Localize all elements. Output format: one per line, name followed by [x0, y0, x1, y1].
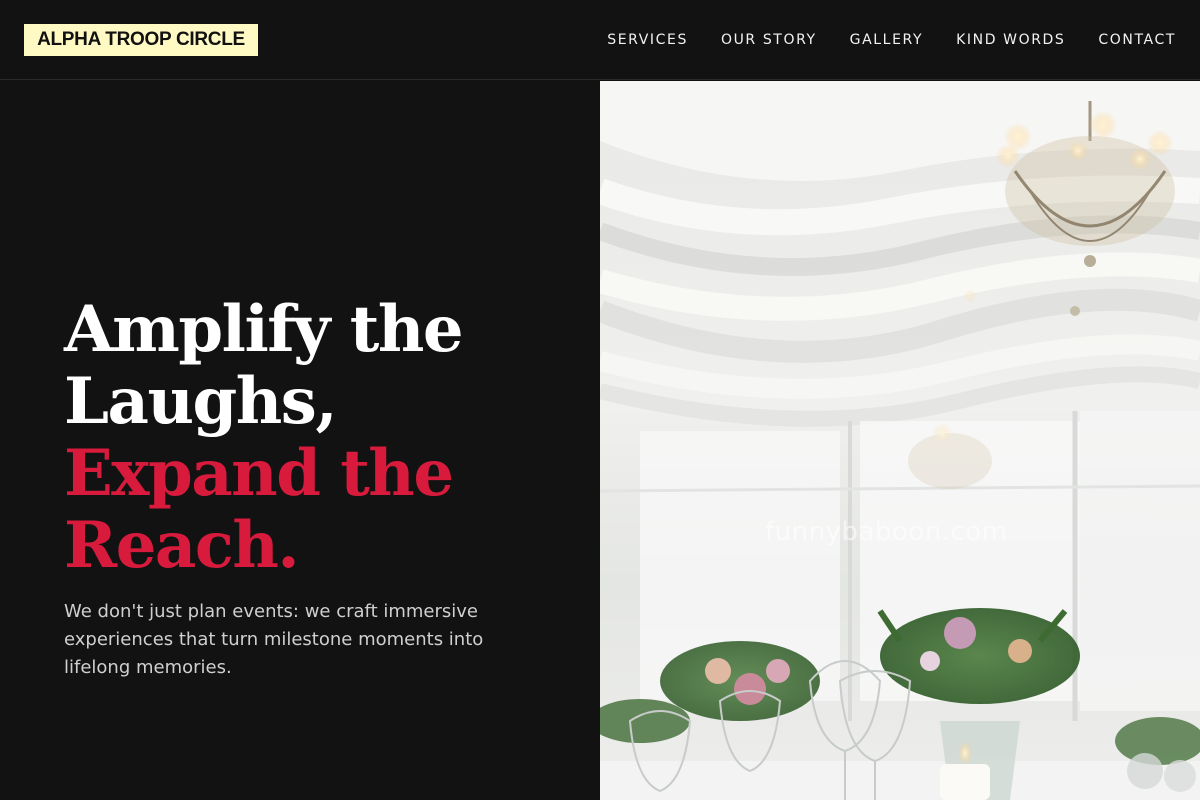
nav-link-our-story[interactable]: OUR STORY [721, 30, 817, 50]
nav-link-services[interactable]: SERVICES [607, 30, 688, 50]
nav-link-kind-words[interactable]: KIND WORDS [956, 30, 1065, 50]
nav-link-contact[interactable]: CONTACT [1098, 30, 1176, 50]
hero-subtext: We don't just plan events: we craft imme… [64, 601, 484, 678]
image-watermark: funnybaboon.com [765, 517, 1008, 547]
logo-link[interactable]: ALPHA TROOP CIRCLE [24, 24, 258, 56]
hero-headline-line2: Expand the Reach. [64, 436, 454, 583]
nav-link-gallery[interactable]: GALLERY [850, 30, 923, 50]
venue-photo-illustration [600, 81, 1200, 800]
hero-headline-line1: Amplify the Laughs, [64, 292, 464, 439]
site-header: ALPHA TROOP CIRCLE SERVICES OUR STORY GA… [0, 0, 1200, 80]
hero-image: funnybaboon.com [600, 81, 1200, 800]
hero-headline: Amplify the Laughs, Expand the Reach. [64, 294, 584, 582]
hero-text-panel: Amplify the Laughs, Expand the Reach. We… [0, 81, 600, 800]
main-nav: SERVICES OUR STORY GALLERY KIND WORDS CO… [607, 30, 1176, 50]
